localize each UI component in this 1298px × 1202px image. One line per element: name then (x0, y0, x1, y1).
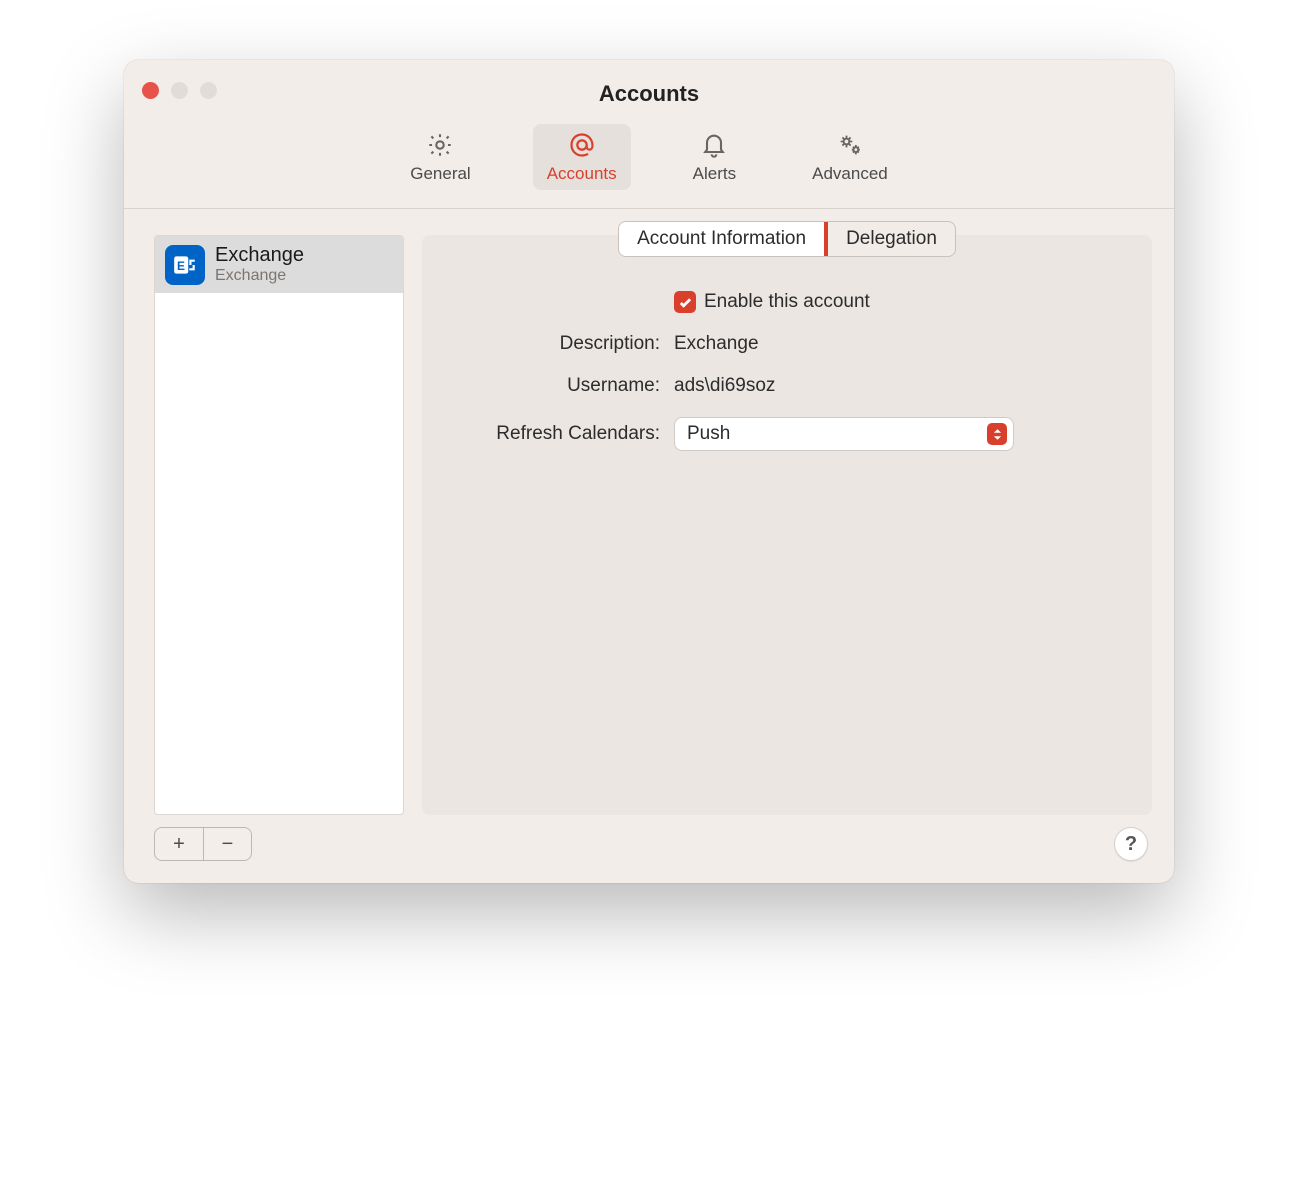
bell-icon (699, 130, 729, 160)
add-remove-segment: + − (154, 827, 252, 861)
content: E Exchange Exchange Account Information (124, 209, 1174, 833)
toolbar-label: Accounts (547, 164, 617, 184)
toolbar-tab-accounts[interactable]: Accounts (533, 124, 631, 190)
add-account-button[interactable]: + (155, 828, 203, 860)
username-label: Username: (460, 375, 660, 397)
refresh-calendars-select[interactable]: Push (674, 417, 1014, 451)
footer: + − ? (124, 827, 1174, 883)
zoom-icon[interactable] (200, 82, 217, 99)
toolbar: General Accounts Alerts (124, 116, 1174, 209)
toolbar-label: Advanced (812, 164, 888, 184)
refresh-calendars-label: Refresh Calendars: (460, 423, 660, 445)
account-text: Exchange Exchange (215, 244, 304, 285)
toolbar-label: Alerts (693, 164, 736, 184)
minimize-icon[interactable] (171, 82, 188, 99)
gears-icon (835, 130, 865, 160)
window-title: Accounts (599, 69, 699, 107)
help-button[interactable]: ? (1114, 827, 1148, 861)
refresh-calendars-value: Push (687, 423, 730, 445)
chevron-updown-icon (987, 423, 1007, 445)
traffic-lights (142, 82, 217, 99)
toolbar-tab-general[interactable]: General (396, 124, 484, 190)
at-icon (567, 130, 597, 160)
detail-tabs: Account Information Delegation (444, 221, 1130, 257)
exchange-icon: E (165, 245, 205, 285)
description-label: Description: (460, 333, 660, 355)
accounts-sidebar: E Exchange Exchange (154, 235, 404, 815)
account-name: Exchange (215, 244, 304, 267)
tab-delegation[interactable]: Delegation (824, 221, 956, 257)
gear-icon (425, 130, 455, 160)
tab-account-information[interactable]: Account Information (619, 222, 824, 256)
toolbar-label: General (410, 164, 470, 184)
toolbar-tab-advanced[interactable]: Advanced (798, 124, 902, 190)
account-form: Enable this account Description: Exchang… (444, 291, 1130, 451)
description-value: Exchange (674, 333, 1114, 355)
close-icon[interactable] (142, 82, 159, 99)
account-list-item[interactable]: E Exchange Exchange (155, 236, 403, 293)
username-value: ads\di69soz (674, 375, 1114, 397)
enable-account-checkbox[interactable] (674, 291, 696, 313)
toolbar-tab-alerts[interactable]: Alerts (679, 124, 750, 190)
account-details-panel: Account Information Delegation Enable th… (422, 235, 1152, 815)
remove-account-button[interactable]: − (203, 828, 251, 860)
account-subtitle: Exchange (215, 267, 304, 285)
enable-account-label: Enable this account (704, 291, 870, 313)
svg-text:E: E (177, 258, 185, 272)
preferences-window: Accounts General Accounts (124, 60, 1174, 883)
titlebar: Accounts (124, 60, 1174, 116)
